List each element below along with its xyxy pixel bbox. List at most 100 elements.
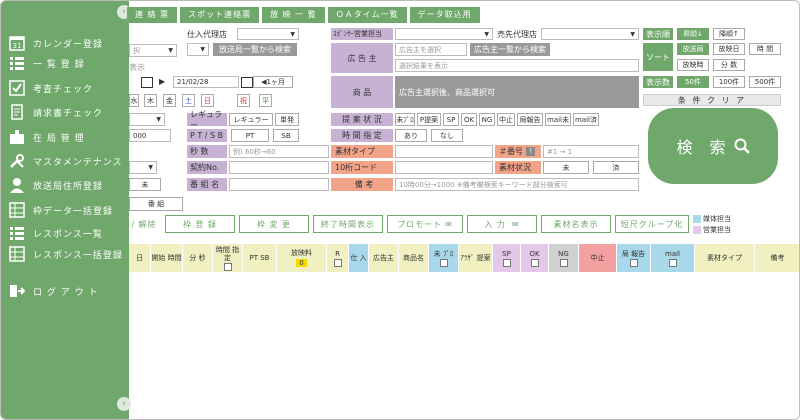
tab-data-import[interactable]: データ取込用 <box>409 7 480 23</box>
advertiser-search-button[interactable]: 広告主一覧から検索 <box>470 43 550 56</box>
checkbox[interactable] <box>629 258 638 267</box>
count-100[interactable]: 100件 <box>713 76 745 88</box>
checkbox[interactable] <box>223 262 232 271</box>
left-select-2[interactable]: ▼ <box>129 113 165 126</box>
sidebar-item-calendar[interactable]: 31 カレンダー登録 <box>1 33 129 53</box>
seconds-input[interactable]: 例) 60秒→60 <box>229 145 329 158</box>
pt-button[interactable]: PT <box>231 129 269 142</box>
input-button[interactable]: 入 力 ✉ <box>467 215 537 233</box>
program-tab[interactable]: 番 組 <box>129 197 183 211</box>
contract-input[interactable] <box>229 161 329 174</box>
checkbox[interactable] <box>439 258 448 267</box>
sidebar-item-master[interactable]: マスタメンテナンス <box>1 151 129 171</box>
order-asc-button[interactable]: 昇順↓ <box>677 28 709 40</box>
proposal-opt[interactable]: 局報告 <box>517 113 543 126</box>
proposal-opt[interactable]: 中止 <box>497 113 515 126</box>
time-no[interactable]: なし <box>431 129 463 142</box>
weekday-fri[interactable]: 金 <box>163 94 176 107</box>
proposal-opt[interactable]: P提案 <box>417 113 441 126</box>
sidebar-item-list[interactable]: 一 覧 登 録 <box>1 53 129 73</box>
sort-station[interactable]: 放送局 <box>677 43 709 55</box>
tab-contact[interactable]: 連 絡 票 <box>127 7 178 23</box>
checkbox[interactable] <box>333 258 342 267</box>
tab-broadcast-list[interactable]: 放 映 一 覧 <box>262 7 325 23</box>
agency-select[interactable]: ▼ <box>187 43 209 56</box>
agency-name-select[interactable]: ▼ <box>237 28 299 40</box>
checkbox[interactable] <box>530 258 539 267</box>
frame-register-button[interactable]: 枠 登 録 <box>165 215 235 233</box>
station-search-button[interactable]: 放送局一覧から検索 <box>213 43 297 56</box>
weekday-thu[interactable]: 木 <box>144 94 157 107</box>
program-input[interactable] <box>229 178 329 191</box>
sort-minutes[interactable]: 分 数 <box>713 59 745 71</box>
sort-date[interactable]: 放映日 <box>713 43 745 55</box>
number-input[interactable]: #1 → 1 <box>543 145 639 158</box>
tab-spot-contact[interactable]: スポット連絡票 <box>180 7 260 23</box>
calendar-icon[interactable] <box>141 77 153 88</box>
time-yes[interactable]: あり <box>395 129 427 142</box>
weekday-wed[interactable]: 水 <box>129 94 139 107</box>
end-time-button[interactable]: 終了時間表示 <box>313 215 383 233</box>
sidebar-item-frame-bulk[interactable]: 枠データ一括登録 <box>1 200 129 220</box>
search-button[interactable]: 検 索 <box>648 108 778 184</box>
weekday-weekday[interactable]: 平 <box>259 94 272 107</box>
regular-select[interactable]: レギュラー <box>229 113 273 126</box>
material-type-input[interactable] <box>395 145 493 158</box>
count-label: 表示数 <box>643 76 673 88</box>
proposal-opt[interactable]: mail済 <box>573 113 599 126</box>
sidebar-item-address[interactable]: 放送局住所登録 <box>1 175 129 195</box>
order-desc-button[interactable]: 降順↑ <box>713 28 745 40</box>
weekday-sun[interactable]: 日 <box>201 94 214 107</box>
collapse-bottom-button[interactable]: ‹ <box>117 397 131 411</box>
sponsor-select[interactable]: ▼ <box>395 28 493 40</box>
reseller-select[interactable]: ▼ <box>541 28 639 40</box>
arrow-right-icon[interactable]: ▶ <box>159 77 167 88</box>
sidebar-item-invoice[interactable]: 請求書チェック <box>1 102 129 122</box>
left-select[interactable]: 択 ▼ <box>129 44 177 57</box>
sort-time[interactable]: 時 間 <box>749 43 781 55</box>
sidebar-item-response-bulk[interactable]: レスポンス一括登録 <box>1 244 129 264</box>
svg-text:31: 31 <box>13 42 22 50</box>
app-frame: 31 カレンダー登録 一 覧 登 録 考査チェック 請求書チェック 在 局 管 … <box>0 0 800 420</box>
code-input[interactable] <box>395 161 493 174</box>
left-unset-button[interactable]: 未 <box>129 178 161 191</box>
count-50[interactable]: 50件 <box>677 76 709 88</box>
proposal-opt[interactable]: 未ﾌﾟﾛ <box>395 113 415 126</box>
checkbox[interactable] <box>668 258 677 267</box>
select-release-button[interactable]: / 解除 <box>129 215 159 233</box>
advertiser-input[interactable]: 広告主を選択 <box>395 43 467 56</box>
sidebar-item-response-list[interactable]: レスポンス一覧 <box>1 223 129 243</box>
proposal-opt[interactable]: NG <box>479 113 495 126</box>
short-group-button[interactable]: 短尺グループ化 <box>615 215 689 233</box>
checkbox[interactable] <box>559 258 568 267</box>
material-status-done[interactable]: 済 <box>593 161 639 174</box>
material-status-not[interactable]: 未 <box>543 161 589 174</box>
note-input[interactable]: 10時00分→1000 ※備考欄検索キーワード部分検索可 <box>395 178 639 191</box>
checkbox[interactable] <box>502 258 511 267</box>
logout-button[interactable]: ロ グ ア ウ ト <box>1 281 129 301</box>
sidebar-item-check[interactable]: 考査チェック <box>1 78 129 98</box>
sidebar-item-station[interactable]: 在 局 管 理 <box>1 127 129 147</box>
period-select[interactable]: ◀ 1ヶ月 <box>253 76 293 88</box>
help-icon[interactable]: ? <box>526 147 535 156</box>
calendar-icon[interactable] <box>241 77 253 88</box>
date-to-input[interactable]: 21/02/28 <box>173 76 239 88</box>
weekday-holiday[interactable]: 祝 <box>237 94 250 107</box>
material-name-button[interactable]: 素材名表示 <box>541 215 611 233</box>
frame-change-button[interactable]: 枠 変 更 <box>239 215 309 233</box>
left-input[interactable]: 000 <box>129 129 171 142</box>
count-500[interactable]: 500件 <box>749 76 781 88</box>
clear-conditions-button[interactable]: 条 件 ク リ ア <box>643 94 781 106</box>
single-button[interactable]: 単発 <box>275 113 299 126</box>
proposal-opt[interactable]: mail未 <box>545 113 571 126</box>
tab-oa-time[interactable]: ＯＡタイム一覧 <box>327 7 407 23</box>
sidebar-label: 請求書チェック <box>33 108 104 119</box>
left-select-3[interactable]: ▼ <box>129 161 157 174</box>
proposal-opt[interactable]: SP <box>443 113 459 126</box>
sort-broadcast-time[interactable]: 放映時 <box>677 59 709 71</box>
sb-button[interactable]: SB <box>273 129 299 142</box>
weekday-sat[interactable]: 土 <box>182 94 195 107</box>
proposal-opt[interactable]: OK <box>461 113 477 126</box>
material-type-label: 素材タイプ <box>331 145 393 158</box>
promote-button[interactable]: プロモート ✉ <box>387 215 463 233</box>
